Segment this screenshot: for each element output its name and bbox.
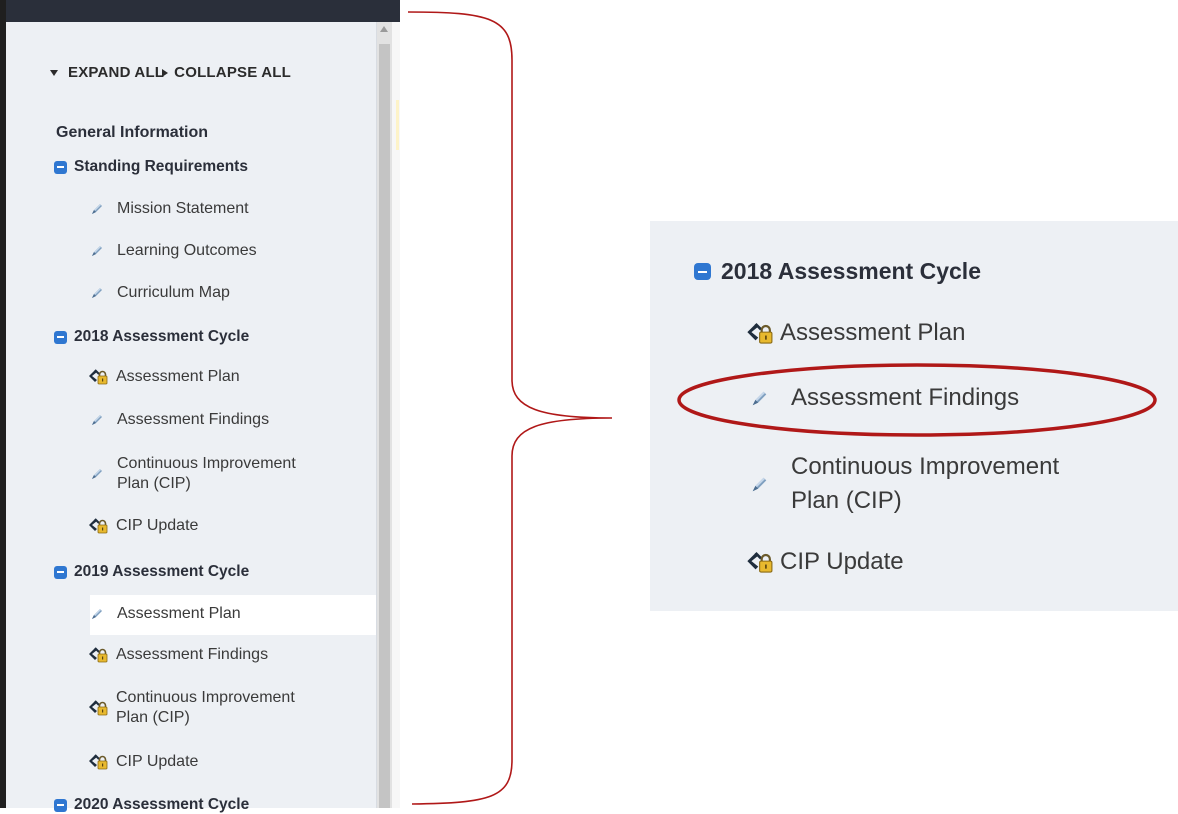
highlight-ellipse	[677, 363, 1157, 437]
